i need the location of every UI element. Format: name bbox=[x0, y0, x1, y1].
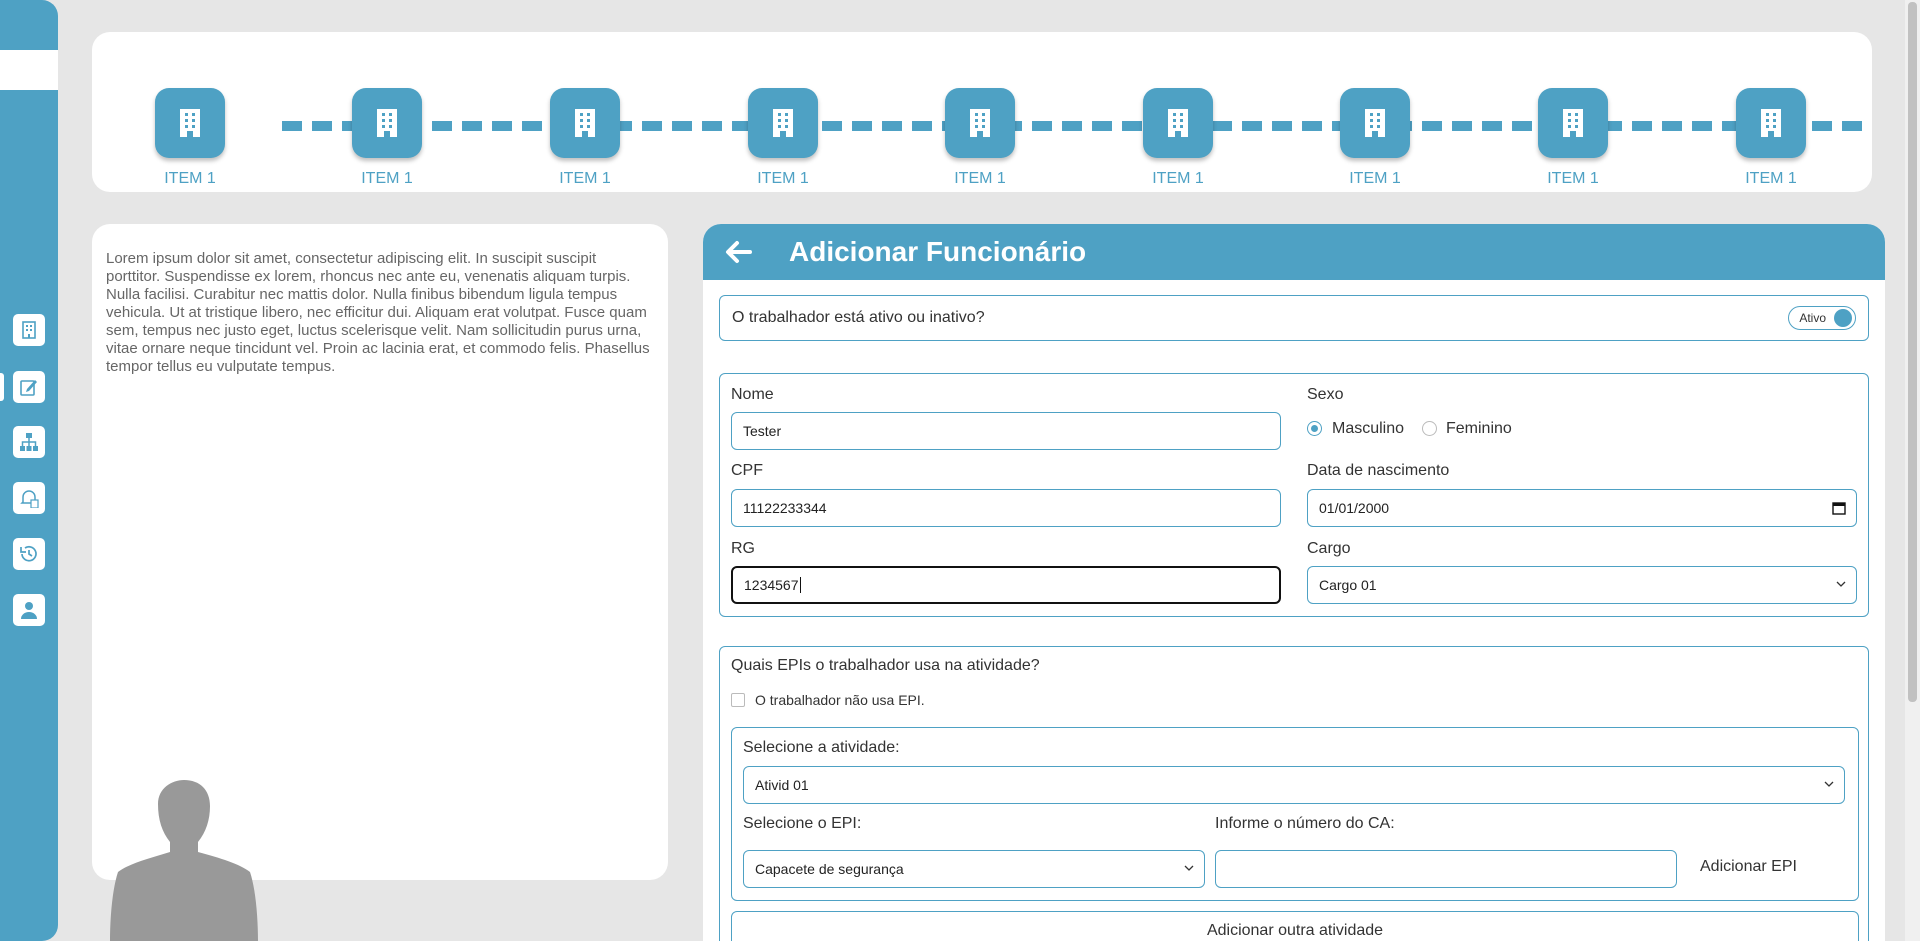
chevron-down-icon bbox=[1824, 781, 1834, 787]
personal-data-section: Nome Tester Sexo Masculino Feminino CPF … bbox=[719, 373, 1869, 617]
step-item[interactable]: ITEM 1 bbox=[733, 88, 833, 188]
rg-field[interactable]: 1234567 bbox=[731, 566, 1281, 604]
status-toggle[interactable]: Ativo bbox=[1788, 306, 1856, 330]
add-epi-button[interactable]: Adicionar EPI bbox=[1700, 858, 1797, 876]
step-item[interactable]: ITEM 1 bbox=[1721, 88, 1821, 188]
building-icon bbox=[1340, 88, 1410, 158]
step-item[interactable]: ITEM 1 bbox=[140, 88, 240, 188]
activity-value: Ativid 01 bbox=[755, 777, 809, 793]
step-label: ITEM 1 bbox=[164, 170, 216, 187]
birth-date-field[interactable]: 01/01/2000 bbox=[1307, 489, 1857, 527]
bell-document-icon bbox=[20, 490, 39, 508]
epi-value: Capacete de segurança bbox=[755, 861, 904, 877]
sex-option-feminino: Feminino bbox=[1446, 420, 1512, 437]
no-epi-label: O trabalhador não usa EPI. bbox=[755, 692, 925, 708]
no-epi-checkbox[interactable] bbox=[731, 693, 745, 707]
progress-stepper: ITEM 1 ITEM 1 ITEM 1 ITEM 1 ITEM 1 ITEM 1 ITEM… bbox=[92, 32, 1872, 192]
step-label: ITEM 1 bbox=[954, 170, 1006, 187]
step-item[interactable]: ITEM 1 bbox=[930, 88, 1030, 188]
building-icon bbox=[945, 88, 1015, 158]
sidebar-item-org-chart[interactable] bbox=[13, 426, 45, 458]
sidebar-item-edit[interactable] bbox=[0, 371, 45, 403]
status-toggle-label: Ativo bbox=[1799, 311, 1826, 325]
text-cursor bbox=[799, 577, 801, 593]
stepper-connector bbox=[282, 121, 1862, 131]
building-icon bbox=[22, 321, 36, 339]
step-label: ITEM 1 bbox=[757, 170, 809, 187]
sidebar-item-companies[interactable] bbox=[13, 314, 45, 346]
activity-label: Selecione a atividade: bbox=[743, 739, 900, 756]
building-icon bbox=[155, 88, 225, 158]
building-icon bbox=[1538, 88, 1608, 158]
birth-date-value: 01/01/2000 bbox=[1319, 500, 1390, 516]
step-label: ITEM 1 bbox=[559, 170, 611, 187]
sex-radio-masculino[interactable] bbox=[1307, 421, 1322, 436]
step-item[interactable]: ITEM 1 bbox=[1128, 88, 1228, 188]
sex-label: Sexo bbox=[1307, 386, 1344, 403]
sex-radio-feminino[interactable] bbox=[1422, 421, 1437, 436]
status-question: O trabalhador está ativo ou inativo? bbox=[732, 309, 985, 326]
epi-section: Quais EPIs o trabalhador usa na atividad… bbox=[719, 646, 1869, 941]
page-title: Adicionar Funcionário bbox=[789, 236, 1087, 267]
epi-select[interactable]: Capacete de segurança bbox=[743, 850, 1205, 888]
step-label: ITEM 1 bbox=[1152, 170, 1204, 187]
name-label: Nome bbox=[731, 386, 774, 403]
info-text: Lorem ipsum dolor sit amet, consectetur … bbox=[106, 250, 650, 375]
rg-value: 1234567 bbox=[744, 577, 799, 593]
user-icon bbox=[21, 602, 37, 619]
cargo-label: Cargo bbox=[1307, 540, 1351, 557]
step-item[interactable]: ITEM 1 bbox=[1523, 88, 1623, 188]
org-chart-icon bbox=[20, 433, 38, 451]
building-icon bbox=[1736, 88, 1806, 158]
step-label: ITEM 1 bbox=[361, 170, 413, 187]
step-label: ITEM 1 bbox=[1349, 170, 1401, 187]
step-item[interactable]: ITEM 1 bbox=[535, 88, 635, 188]
status-section: O trabalhador está ativo ou inativo? Ati… bbox=[719, 295, 1869, 341]
add-activity-button[interactable]: Adicionar outra atividade bbox=[731, 911, 1859, 941]
birth-date-label: Data de nascimento bbox=[1307, 462, 1450, 479]
chevron-down-icon bbox=[1184, 865, 1194, 871]
toggle-knob bbox=[1834, 309, 1852, 327]
ca-label: Informe o número do CA: bbox=[1215, 815, 1395, 832]
chevron-down-icon bbox=[1836, 581, 1846, 587]
sex-option-masculino: Masculino bbox=[1332, 420, 1405, 437]
epi-select-label: Selecione o EPI: bbox=[743, 815, 862, 832]
building-icon bbox=[748, 88, 818, 158]
step-item[interactable]: ITEM 1 bbox=[337, 88, 437, 188]
epi-question: Quais EPIs o trabalhador usa na atividad… bbox=[731, 657, 1040, 674]
calendar-icon[interactable] bbox=[1832, 501, 1846, 515]
form-header: Adicionar Funcionário bbox=[703, 224, 1885, 280]
step-label: ITEM 1 bbox=[1745, 170, 1797, 187]
add-employee-form: Adicionar Funcionário O trabalhador está… bbox=[703, 224, 1885, 941]
sidebar-item-user[interactable] bbox=[13, 594, 45, 626]
step-label: ITEM 1 bbox=[1547, 170, 1599, 187]
sidebar bbox=[0, 0, 58, 941]
page-scrollbar[interactable] bbox=[1905, 0, 1920, 941]
cpf-label: CPF bbox=[731, 462, 763, 479]
arrow-left-icon bbox=[726, 241, 752, 263]
cargo-select[interactable]: Cargo 01 bbox=[1307, 566, 1857, 604]
rg-label: RG bbox=[731, 540, 755, 557]
building-icon bbox=[352, 88, 422, 158]
name-field[interactable]: Tester bbox=[731, 412, 1281, 450]
step-item[interactable]: ITEM 1 bbox=[1325, 88, 1425, 188]
edit-icon bbox=[20, 380, 37, 396]
building-icon bbox=[1143, 88, 1213, 158]
history-icon bbox=[20, 545, 37, 562]
sidebar-item-notifications[interactable] bbox=[13, 482, 45, 514]
cpf-field[interactable]: 11122233344 bbox=[731, 489, 1281, 527]
sidebar-item-history[interactable] bbox=[13, 538, 45, 570]
activity-block: Selecione a atividade: Ativid 01 Selecio… bbox=[731, 727, 1859, 901]
activity-select[interactable]: Ativid 01 bbox=[743, 766, 1845, 804]
add-activity-label: Adicionar outra atividade bbox=[1206, 922, 1384, 939]
back-button[interactable] bbox=[721, 235, 755, 269]
building-icon bbox=[550, 88, 620, 158]
ca-number-field[interactable] bbox=[1215, 850, 1677, 888]
scrollbar-thumb[interactable] bbox=[1908, 2, 1917, 702]
cargo-value: Cargo 01 bbox=[1319, 577, 1377, 593]
person-silhouette-image bbox=[110, 780, 258, 941]
sidebar-top-tab[interactable] bbox=[0, 50, 58, 90]
